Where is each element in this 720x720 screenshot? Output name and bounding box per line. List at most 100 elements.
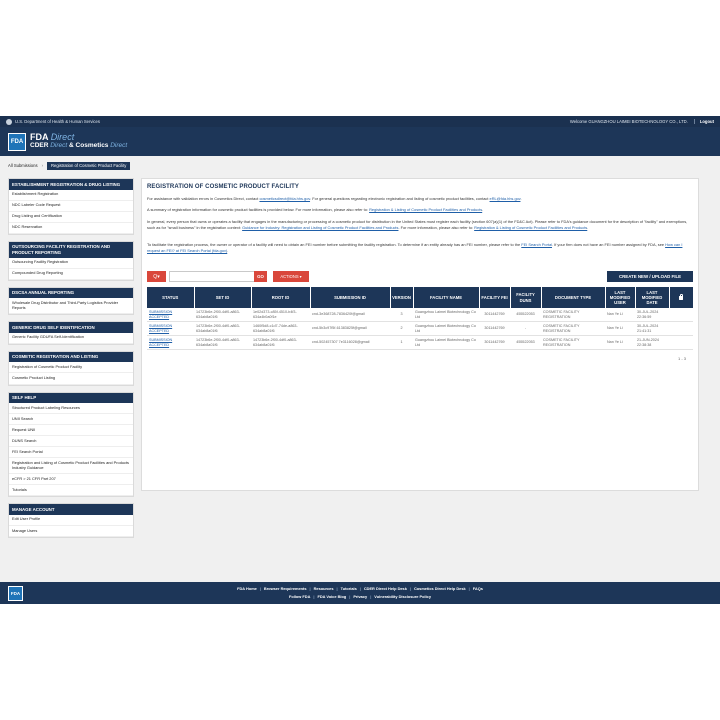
sidebar-item-outsourcing-facility-registration[interactable]: Outsourcing Facility Registration [9, 258, 133, 269]
actions-button[interactable]: ACTIONS ▾ [273, 271, 309, 282]
cell-version: 1 [390, 335, 413, 350]
footer-link-vulnerability-disclosure-policy[interactable]: Vulnerability Disclosure Policy [374, 594, 431, 599]
column-header-set-id[interactable]: SET ID [194, 287, 252, 308]
sidebar-item-cosmetic-product-listing[interactable]: Cosmetic Product Listing [9, 373, 133, 385]
app-window: U.S. Department of Health & Human Servic… [0, 116, 720, 604]
site-header: FDA FDA Direct CDER Direct & Cosmetics D… [0, 127, 720, 156]
footer-link-tutorials[interactable]: Tutorials [341, 586, 357, 591]
status-link[interactable]: SUBMISSION ACCEPTED [147, 335, 194, 350]
fei-search-portal-link[interactable]: FEI Search Portal [521, 242, 552, 247]
column-header-document-type[interactable]: DOCUMENT TYPE [541, 287, 606, 308]
cell-facility-name: Guangzhou Laimei Biotechnology Co Ltd [413, 335, 479, 350]
registration-listing-link-2[interactable]: Registration & Listing of Cosmetic Produ… [474, 225, 587, 230]
column-header-version[interactable]: VERSION [390, 287, 414, 308]
cell-last-modified-user: Nan Ye Li [605, 335, 635, 350]
sidebar-item-tutorials[interactable]: Tutorials [9, 485, 133, 497]
erl-email-link[interactable]: eRL@fda.hhs.gov [490, 196, 521, 201]
cell-root-id: 1460f5d8-c1d7-74de-a863-634ab8a01f6 [251, 321, 310, 336]
create-new-upload-file-button[interactable]: CREATE NEW / UPLOAD FILE [607, 271, 693, 282]
column-header-submission-id[interactable]: SUBMISSION ID [310, 287, 391, 308]
cell-last-modified-user: Nan Ye Li [605, 308, 635, 322]
sidebar-item-manage-users[interactable]: Manage Users [9, 526, 133, 537]
sidebar-item-generic-facility-gdufa-self-identification[interactable]: Generic Facility GDUFA Self-Identificati… [9, 333, 133, 344]
lock-icon [679, 294, 684, 300]
sidebar-item-drug-listing-and-certification[interactable]: Drug Listing and Certification [9, 212, 133, 223]
sidebar-item-ecfr-21-cfr-part-207[interactable]: eCFR > 21 CFR Part 207 [9, 474, 133, 486]
sidebar-item-registration-and-listing-of-cosmetic-product-facilities-and-products-industry-guidance[interactable]: Registration and Listing of Cosmetic Pro… [9, 458, 133, 475]
column-header-facility-duns[interactable]: FACILITY DUNS [510, 287, 542, 308]
cell-facility-duns: - [510, 321, 541, 336]
table-row[interactable]: SUBMISSION ACCEPTED 14723b6e-2f00-4df0-a8… [147, 335, 693, 350]
sidebar-item-ndc-reservation[interactable]: NDC Reservation [9, 223, 133, 234]
column-header-lock [669, 287, 694, 308]
sidebar-item-edit-user-profile[interactable]: Edit User Profile [9, 515, 133, 526]
footer-separator: | [309, 586, 311, 591]
sidebar-item-request-unii[interactable]: Request UNII [9, 425, 133, 437]
sidebar-item-compounded-drug-reporting[interactable]: Compounded Drug Reporting [9, 269, 133, 280]
table-header-row: STATUS SET ID ROOT ID SUBMISSION ID VERSION F… [147, 287, 694, 308]
hhs-agency-name[interactable]: U.S. Department of Health & Human Servic… [15, 119, 100, 124]
footer-link-cosmetics-direct-help-desk[interactable]: Cosmetics Direct Help Desk [414, 586, 466, 591]
cell-lock [669, 321, 693, 336]
site-footer: FDA FDA Home | Browser Requirements | Resour… [0, 582, 720, 604]
sidebar-item-unii-search[interactable]: UNII Search [9, 414, 133, 426]
sidebar-section-dscsa-annual-reporting: DSCSA ANNUAL REPORTING Wholesale Drug Dis… [8, 286, 134, 316]
status-link[interactable]: SUBMISSION ACCEPTED [147, 308, 194, 322]
column-header-last-modified-date[interactable]: LAST MODIFIED DATE [635, 287, 670, 308]
sidebar-item-duns-search[interactable]: DUNS Search [9, 436, 133, 448]
table-row[interactable]: SUBMISSION ACCEPTED 14723b6e-2f00-4df0-a8… [147, 321, 693, 336]
footer-link-browser-requirements[interactable]: Browser Requirements [264, 586, 307, 591]
column-header-status[interactable]: STATUS [147, 287, 195, 308]
cell-lock [669, 308, 693, 322]
footer-link-follow-fda[interactable]: Follow FDA [289, 594, 310, 599]
footer-separator: | [468, 586, 470, 591]
sidebar-section-title: DSCSA ANNUAL REPORTING [9, 287, 133, 299]
intro-paragraph-requirement: In general, every person that owns or op… [147, 219, 688, 230]
column-header-facility-fei[interactable]: FACILITY FEI [479, 287, 511, 308]
sidebar-item-fei-search-portal[interactable]: FEI Search Portal [9, 447, 133, 459]
cell-document-type: COSMETIC FACILITY REGISTRATION [541, 321, 605, 336]
sidebar-item-wholesale-drug-distributor-and-third-party-logistics-provider-reports[interactable]: Wholesale Drug Distributor and Third-Par… [9, 298, 133, 315]
sidebar-item-establishment-registration[interactable]: Establishment Registration [9, 190, 133, 201]
sidebar-section-manage-account: MANAGE ACCOUNT Edit User Profile Manage Us… [8, 503, 134, 538]
cell-set-id: 14723b6e-2f00-4df0-a863-634ab8a01f6 [194, 321, 251, 336]
guidance-for-industry-link[interactable]: Guidance for Industry: Registration and … [242, 225, 398, 230]
column-header-last-modified-user[interactable]: LAST MODIFIED USER [605, 287, 636, 308]
go-button[interactable]: GO [254, 271, 267, 282]
breadcrumb: All Submissions › Registration of Cosmet… [0, 160, 720, 171]
breadcrumb-root[interactable]: All Submissions [8, 163, 38, 168]
brand-title[interactable]: FDA Direct CDER Direct & Cosmetics Direc… [30, 133, 127, 149]
footer-link-privacy[interactable]: Privacy [353, 594, 367, 599]
cell-facility-duns: 455522053 [510, 308, 541, 322]
logout-link[interactable]: Logout [693, 119, 714, 124]
cosmetics-direct-email-link[interactable]: cosmeticsdirect@fda.hhs.gov [259, 196, 310, 201]
footer-links-row-1: FDA Home | Browser Requirements | Resources |… [0, 586, 720, 591]
table-row[interactable]: SUBMISSION ACCEPTED 14723b6e-2f00-4df0-a8… [147, 308, 693, 322]
submissions-table: STATUS SET ID ROOT ID SUBMISSION ID VERSION F… [147, 287, 694, 350]
main-panel: REGISTRATION OF COSMETIC PRODUCT FACILIT… [141, 178, 699, 491]
footer-link-cder-direct-help-desk[interactable]: CDER Direct Help Desk [364, 586, 407, 591]
cell-document-type: COSMETIC FACILITY REGISTRATION [541, 308, 605, 322]
fda-logo-icon[interactable]: FDA [8, 132, 26, 151]
footer-link-faqs[interactable]: FAQs [473, 586, 483, 591]
footer-link-fda-voice-blog[interactable]: FDA Voice Blog [317, 594, 346, 599]
footer-link-fda-home[interactable]: FDA Home [237, 586, 257, 591]
brand-direct-3: Direct [110, 141, 128, 149]
cell-last-modified-date: 30-JUL-2024 22:36:59 [635, 308, 669, 322]
intro-paragraph-summary: A summary of registration information fo… [147, 207, 484, 212]
table-toolbar: Q ▾ GO ACTIONS ▾ CREATE NEW / UPLOAD FILE [147, 270, 693, 283]
cell-facility-name: Guangzhou Laimei Biotechnology Co Ltd [413, 321, 479, 336]
hhs-bar: U.S. Department of Health & Human Servic… [0, 116, 720, 127]
search-input[interactable] [169, 271, 255, 282]
column-header-root-id[interactable]: ROOT ID [251, 287, 311, 308]
status-link[interactable]: SUBMISSION ACCEPTED [147, 321, 194, 336]
sidebar-item-structured-product-labeling-resources[interactable]: Structured Product Labeling Resources [9, 403, 133, 415]
sidebar-item-registration-of-cosmetic-product-facility[interactable]: Registration of Cosmetic Product Facilit… [9, 362, 133, 374]
footer-link-resources[interactable]: Resources [314, 586, 334, 591]
intro-paragraph-assistance: For assistance with validation errors in… [147, 196, 522, 201]
column-header-facility-name[interactable]: FACILITY NAME [413, 287, 480, 308]
registration-listing-link[interactable]: Registration & Listing of Cosmetic Produ… [369, 207, 482, 212]
sidebar-section-title: MANAGE ACCOUNT [9, 504, 133, 515]
sidebar-item-ndc-labeler-code-request[interactable]: NDC Labeler Code Request [9, 201, 133, 212]
search-options-button[interactable]: Q ▾ [147, 271, 166, 282]
